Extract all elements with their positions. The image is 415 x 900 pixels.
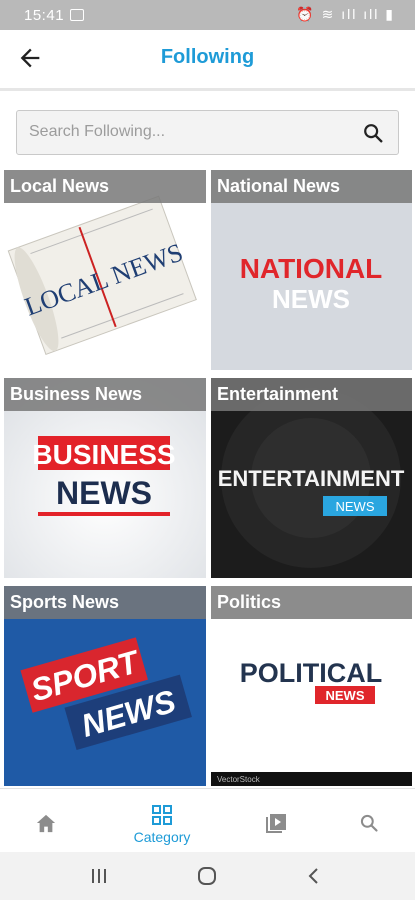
status-icons: ⏰ ≋ ıll ıll ▮ <box>296 6 395 22</box>
category-label: Politics <box>211 586 412 619</box>
category-card-politics[interactable]: POLITICAL NEWS VectorStock Politics <box>211 586 412 786</box>
system-nav-bar <box>0 852 415 900</box>
nav-category[interactable]: Category <box>112 789 212 853</box>
entertainment-image-text-1: ENTERTAINMENT <box>218 466 405 491</box>
category-label: Business News <box>4 378 206 411</box>
national-image-text-1: NATIONAL <box>240 253 383 284</box>
search-bar <box>16 110 399 155</box>
recent-apps-icon[interactable] <box>90 867 108 885</box>
home-icon <box>36 814 56 833</box>
app-bar: Following <box>0 30 415 91</box>
image-notification-icon <box>70 9 84 21</box>
category-label: Local News <box>4 170 206 203</box>
category-label: National News <box>211 170 412 203</box>
business-image-text-1: BUSINESS <box>32 439 175 470</box>
bottom-nav: Category <box>0 788 415 853</box>
status-bar: 15:41 ⏰ ≋ ıll ıll ▮ <box>0 0 415 30</box>
back-icon[interactable] <box>306 866 322 886</box>
home-circle-icon[interactable] <box>197 866 217 886</box>
category-label: Sports News <box>4 586 206 619</box>
video-library-icon <box>266 814 286 833</box>
category-grid-icon <box>152 805 172 825</box>
nav-videos[interactable] <box>227 789 327 853</box>
national-image-text-2: NEWS <box>272 284 350 314</box>
nav-category-label: Category <box>133 829 191 845</box>
politics-watermark: VectorStock <box>217 775 261 784</box>
category-card-business-news[interactable]: BUSINESS NEWS Business News <box>4 378 206 578</box>
category-card-national-news[interactable]: NATIONAL NEWS National News <box>211 170 412 370</box>
page-title: Following <box>160 46 255 68</box>
status-time: 15:41 <box>24 7 65 24</box>
category-card-sports-news[interactable]: SPORT NEWS Sports News <box>4 586 206 786</box>
business-image-text-2: NEWS <box>56 475 152 511</box>
category-card-entertainment[interactable]: ENTERTAINMENT NEWS Entertainment <box>211 378 412 578</box>
nav-home[interactable] <box>0 789 100 853</box>
search-input[interactable] <box>29 111 349 153</box>
nav-search[interactable] <box>319 789 415 853</box>
search-icon[interactable] <box>362 122 384 144</box>
search-icon <box>360 814 378 832</box>
politics-image-text-2: NEWS <box>326 688 365 703</box>
politics-image-text-1: POLITICAL <box>240 658 383 688</box>
category-label: Entertainment <box>211 378 412 411</box>
entertainment-image-text-2: NEWS <box>336 499 375 514</box>
category-card-local-news[interactable]: LOCAL NEWS Local News <box>4 170 206 370</box>
